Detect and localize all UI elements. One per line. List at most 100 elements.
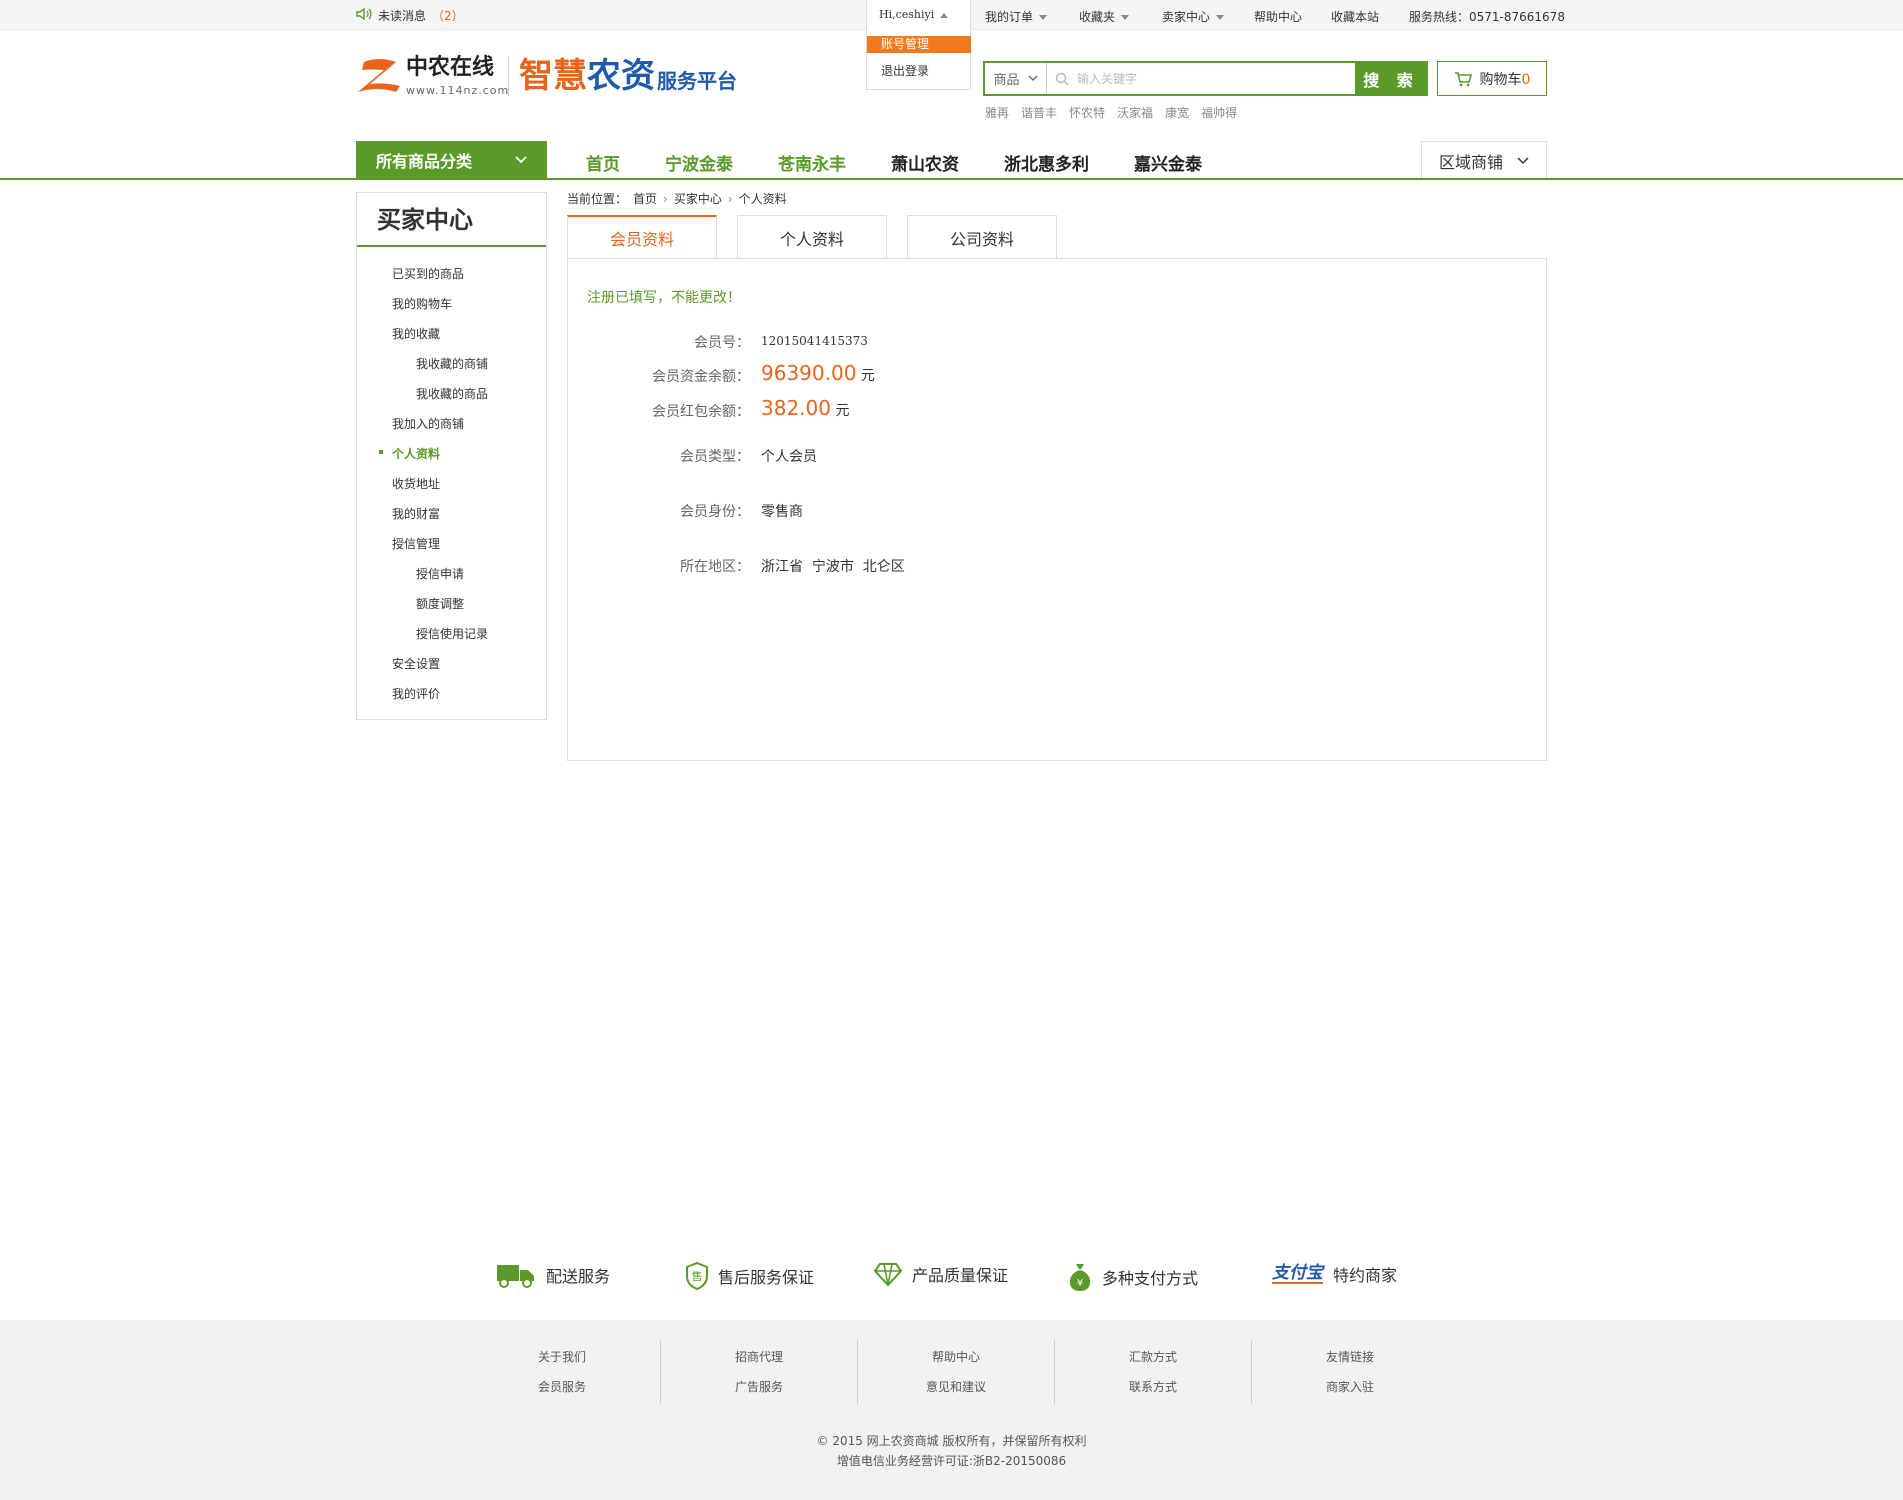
hot-keyword[interactable]: 怀农特 — [1069, 104, 1105, 121]
service-payment-label: 多种支付方式 — [1102, 1269, 1199, 1288]
service-after-sales: 售 售后服务保证 — [686, 1262, 814, 1290]
all-categories-label: 所有商品分类 — [376, 151, 473, 171]
footer-link-help[interactable]: 帮助中心 — [857, 1348, 1055, 1365]
sidebar-item-joined-shops[interactable]: 我加入的商铺 — [392, 415, 464, 432]
tab-member-info[interactable]: 会员资料 — [567, 215, 717, 259]
breadcrumb-buyer-center[interactable]: 买家中心 — [674, 190, 722, 207]
footer-license: 增值电信业务经营许可证:浙B2-20150086 — [836, 1454, 1067, 1468]
footer-link-feedback[interactable]: 意见和建议 — [857, 1378, 1055, 1395]
service-quality: 产品质量保证 — [874, 1262, 1008, 1286]
site-logo[interactable]: 中农在线 www.114nz.com 智慧农资 服务平台 — [356, 55, 738, 97]
sidebar-item-reviews[interactable]: 我的评价 — [392, 685, 440, 702]
chevron-down-icon — [1028, 75, 1037, 81]
tab-personal-info[interactable]: 个人资料 — [737, 215, 887, 259]
service-partner-label: 特约商家 — [1333, 1266, 1398, 1285]
chevron-down-icon — [1517, 156, 1529, 164]
seller-center-label: 卖家中心 — [1162, 10, 1211, 24]
footer-link-about[interactable]: 关于我们 — [463, 1348, 661, 1365]
tab-company-info[interactable]: 公司资料 — [907, 215, 1057, 259]
member-type-label: 会员类型： — [680, 449, 750, 465]
nav-item-xiaoshan[interactable]: 萧山农资 — [891, 150, 959, 175]
unread-count: （2） — [432, 9, 464, 23]
logo-main-title: 智慧农资 — [519, 56, 655, 96]
member-no-value: 12015041415373 — [761, 334, 868, 348]
sidebar-item-purchased[interactable]: 已买到的商品 — [392, 265, 464, 282]
notice-text: 注册已填写，不能更改！ — [587, 290, 741, 306]
logo-subtitle: 服务平台 — [657, 69, 738, 93]
breadcrumb-home[interactable]: 首页 — [633, 190, 657, 207]
logout-item[interactable]: 退出登录 — [881, 62, 929, 79]
hot-keyword[interactable]: 沃家福 — [1117, 104, 1153, 121]
breadcrumb: 当前位置： 首页 › 买家中心 › 个人资料 — [567, 190, 787, 207]
cart-label: 购物车 — [1479, 71, 1522, 88]
svg-text:售: 售 — [692, 1269, 703, 1283]
footer-copyright: © 2015 网上农资商城 版权所有，并保留所有权利 — [816, 1434, 1087, 1448]
sidebar-item-security[interactable]: 安全设置 — [392, 655, 440, 672]
hot-keyword[interactable]: 雅再 — [985, 104, 1009, 121]
member-identity-label: 会员身份： — [680, 504, 750, 520]
nav-item-ningbo-jintai[interactable]: 宁波金泰 — [665, 150, 733, 175]
hot-keyword[interactable]: 康宽 — [1165, 104, 1189, 121]
all-categories-button[interactable]: 所有商品分类 — [356, 141, 547, 178]
nav-item-cangnan-yongfeng[interactable]: 苍南永丰 — [778, 150, 846, 175]
hot-keyword[interactable]: 福帅得 — [1201, 104, 1237, 121]
footer-link-agency[interactable]: 招商代理 — [660, 1348, 858, 1365]
sidebar-item-credit-apply[interactable]: 授信申请 — [416, 565, 464, 582]
sidebar-item-fav-shops[interactable]: 我收藏的商铺 — [416, 355, 488, 372]
nav-item-zhebei[interactable]: 浙北惠多利 — [1004, 150, 1089, 175]
nav-divider — [0, 178, 1903, 180]
footer-link-friends[interactable]: 友情链接 — [1251, 1348, 1449, 1365]
sidebar-item-fav-goods[interactable]: 我收藏的商品 — [416, 385, 488, 402]
favorites-menu[interactable]: 收藏夹 — [1079, 8, 1130, 25]
balance-label: 会员资金余额： — [652, 369, 750, 385]
sidebar-item-credit[interactable]: 授信管理 — [392, 535, 440, 552]
footer-link-member-service[interactable]: 会员服务 — [463, 1378, 661, 1395]
my-orders-menu[interactable]: 我的订单 — [985, 8, 1048, 25]
footer-link-contact[interactable]: 联系方式 — [1054, 1378, 1252, 1395]
sidebar-item-credit-adjust[interactable]: 额度调整 — [416, 595, 464, 612]
user-dropdown: Hi,ceshiyi 账号管理 退出登录 — [866, 0, 971, 90]
nav-item-jiaxing-jintai[interactable]: 嘉兴金泰 — [1134, 150, 1202, 175]
truck-icon — [497, 1265, 534, 1288]
account-management-item[interactable]: 账号管理 — [867, 36, 971, 53]
logo-brand: 中农在线 — [406, 55, 495, 80]
service-quality-label: 产品质量保证 — [912, 1266, 1009, 1285]
sidebar-item-favorites[interactable]: 我的收藏 — [392, 325, 440, 342]
unread-messages[interactable]: 未读消息 （2） — [356, 7, 464, 24]
sidebar-item-cart[interactable]: 我的购物车 — [392, 295, 452, 312]
nav-item-home[interactable]: 首页 — [586, 150, 620, 175]
sidebar-item-credit-records[interactable]: 授信使用记录 — [416, 625, 488, 642]
sidebar-item-profile[interactable]: 个人资料 — [392, 445, 440, 462]
red-packet-amount: 382.00 — [761, 396, 831, 420]
service-after-sales-label: 售后服务保证 — [718, 1268, 815, 1287]
logo-main-blue: 农资 — [587, 56, 656, 96]
money-bag-icon: ¥ — [1069, 1264, 1091, 1291]
cart-button[interactable]: 购物车0 — [1437, 61, 1547, 96]
search-button[interactable]: 搜 索 — [1355, 61, 1427, 96]
my-orders-label: 我的订单 — [985, 10, 1034, 24]
search-category-select[interactable]: 商品 — [985, 63, 1047, 94]
help-center-link[interactable]: 帮助中心 — [1254, 8, 1302, 25]
chevron-right-icon: › — [663, 191, 668, 206]
footer-link-ads[interactable]: 广告服务 — [660, 1378, 858, 1395]
unread-label: 未读消息 — [378, 9, 427, 23]
service-partner: 支付宝 特约商家 — [1272, 1262, 1397, 1286]
seller-center-menu[interactable]: 卖家中心 — [1162, 8, 1225, 25]
sidebar-item-address[interactable]: 收货地址 — [392, 475, 440, 492]
region-shops-button[interactable]: 区域商铺 — [1421, 141, 1547, 179]
footer-link-merchant-join[interactable]: 商家入驻 — [1251, 1378, 1449, 1395]
bookmark-link[interactable]: 收藏本站 — [1331, 8, 1379, 25]
buyer-center-sidebar: 买家中心 已买到的商品 我的购物车 我的收藏 我收藏的商铺 我收藏的商品 我加入… — [356, 192, 547, 720]
hot-keyword[interactable]: 谐普丰 — [1021, 104, 1057, 121]
footer-link-remittance[interactable]: 汇款方式 — [1054, 1348, 1252, 1365]
alipay-logo: 支付宝 — [1272, 1263, 1323, 1284]
member-identity-value: 零售商 — [761, 504, 803, 520]
footer-column: 帮助中心 意见和建议 — [857, 1340, 1055, 1404]
service-delivery: 配送服务 — [496, 1262, 610, 1288]
favorites-label: 收藏夹 — [1079, 10, 1116, 24]
sidebar-item-wealth[interactable]: 我的财富 — [392, 505, 440, 522]
user-greeting[interactable]: Hi,ceshiyi — [879, 8, 949, 21]
red-packet-label: 会员红包余额： — [652, 404, 750, 420]
balance-unit: 元 — [860, 368, 875, 384]
search-placeholder: 输入关键字 — [1077, 72, 1138, 86]
